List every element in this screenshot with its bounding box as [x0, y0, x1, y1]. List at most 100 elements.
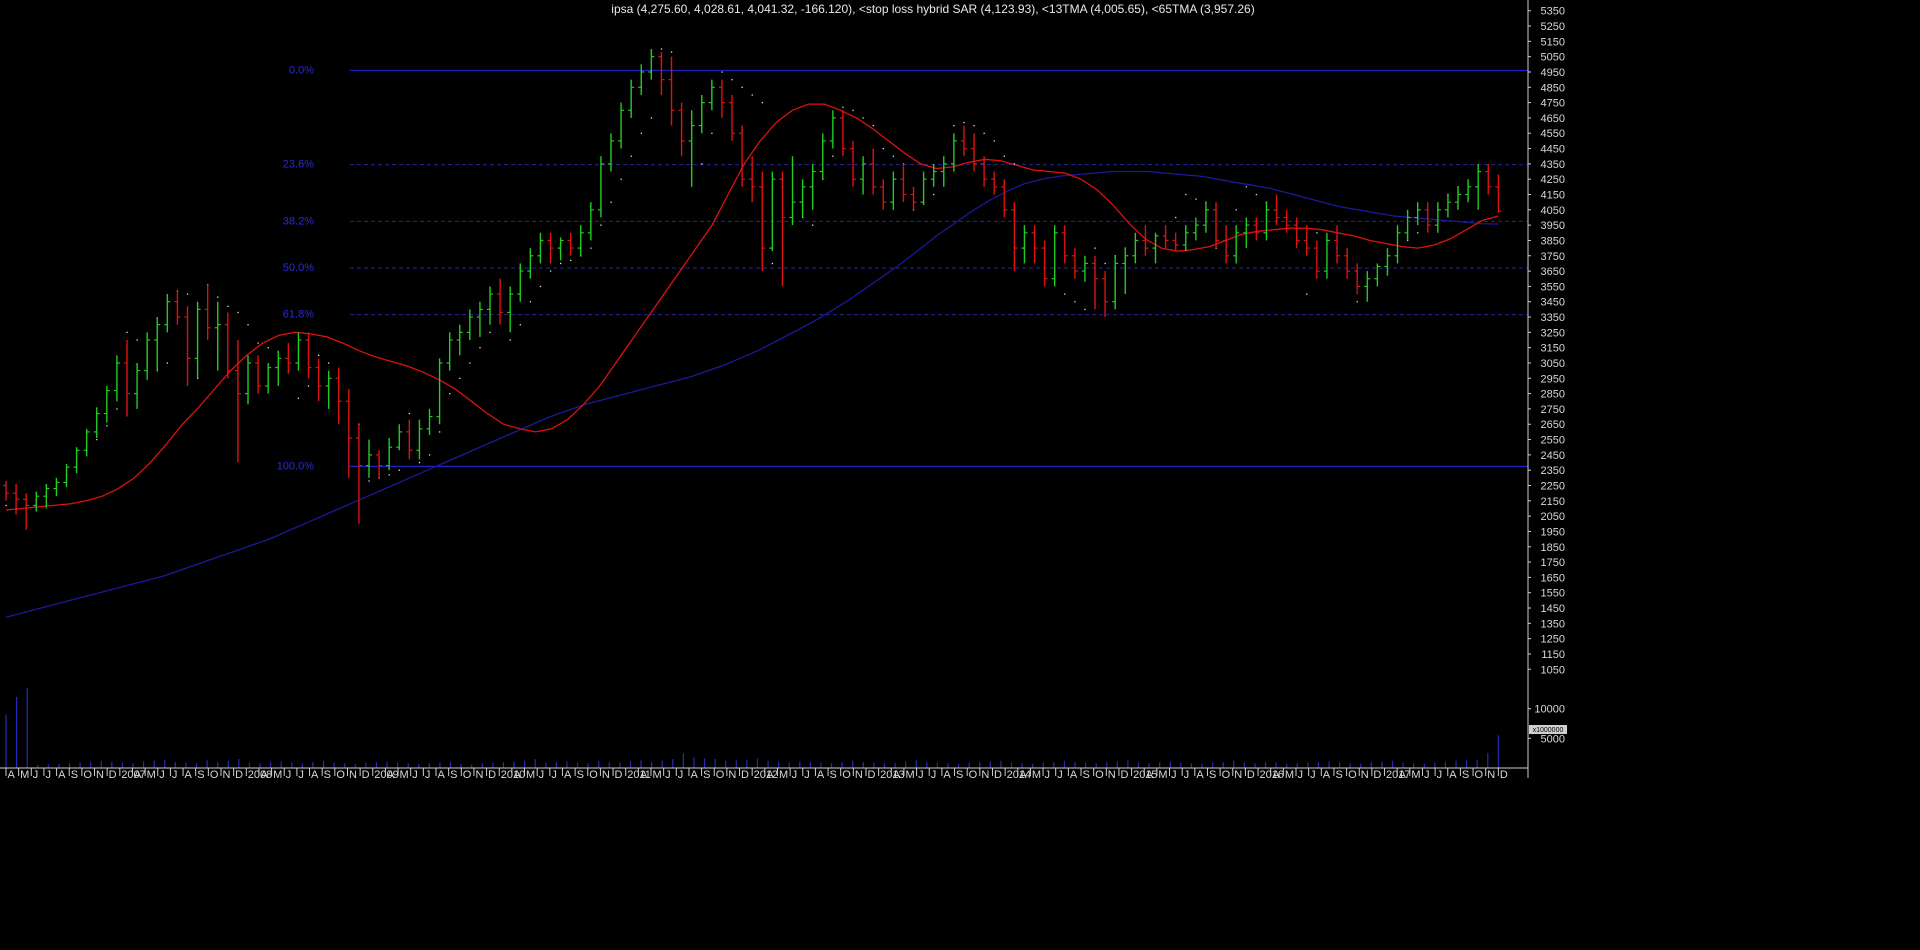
- price-tick-label-9: 1950: [1541, 526, 1565, 538]
- sar-dot-58: [590, 247, 592, 249]
- time-tick-label-60: A: [766, 769, 774, 781]
- sar-dot-129: [1306, 293, 1308, 295]
- time-tick-label-80: A: [1019, 769, 1027, 781]
- time-tick-label-52: J: [665, 769, 671, 781]
- sar-dot-63: [640, 132, 642, 134]
- time-tick-label-8: D: [109, 769, 117, 781]
- sar-dot-124: [1255, 193, 1258, 196]
- sar-dot-107: [1084, 308, 1086, 311]
- sar-dot-0: [5, 504, 7, 507]
- price-tick-label-12: 2250: [1541, 480, 1565, 492]
- time-tick-label-117: N: [1487, 769, 1495, 781]
- sar-dot-46: [469, 362, 471, 364]
- sar-dot-66: [670, 51, 673, 53]
- time-tick-label-50: A: [640, 769, 648, 781]
- sar-dot-23: [237, 311, 239, 314]
- time-tick-label-34: A: [438, 769, 446, 781]
- price-tick-label-4: 1450: [1541, 603, 1565, 615]
- price-tick-label-38: 4850: [1541, 82, 1565, 94]
- sar-dot-51: [519, 324, 521, 326]
- time-tick-label-53: J: [678, 769, 684, 781]
- fib-label-3: 50.0%: [283, 262, 314, 274]
- time-tick-label-65: S: [830, 769, 837, 781]
- sar-dot-43: [438, 431, 441, 433]
- fib-label-1: 23.6%: [283, 159, 314, 171]
- time-tick-label-108: D: [1373, 769, 1381, 781]
- sar-dot-52: [529, 301, 532, 303]
- time-tick-label-2: J: [33, 769, 39, 781]
- price-tick-label-42: 5250: [1541, 21, 1565, 33]
- sar-dot-10: [106, 425, 108, 427]
- sar-dot-80: [812, 224, 814, 226]
- fib-label-0: 0.0%: [289, 64, 314, 76]
- sar-dot-72: [731, 79, 733, 81]
- time-tick-label-23: J: [298, 769, 304, 781]
- time-tick-label-76: O: [969, 769, 978, 781]
- price-tick-label-5: 1550: [1541, 588, 1565, 600]
- price-tick-label-41: 5150: [1541, 36, 1565, 48]
- sar-dot-50: [509, 339, 511, 341]
- time-tick-label-35: S: [450, 769, 457, 781]
- stock-chart: ipsa (4,275.60, 4,028.61, 4,041.32, -166…: [0, 0, 1920, 950]
- time-tick-label-47: N: [602, 769, 610, 781]
- price-tick-label-3: 1350: [1541, 618, 1565, 630]
- price-tick-label-37: 4750: [1541, 98, 1565, 110]
- time-tick-label-118: D: [1500, 769, 1508, 781]
- time-tick-label-68: D: [868, 769, 876, 781]
- time-tick-label-31: M: [400, 769, 409, 781]
- sar-dot-87: [882, 147, 884, 150]
- price-tick-label-19: 2950: [1541, 373, 1565, 385]
- sar-dot-44: [449, 393, 451, 395]
- time-tick-label-22: J: [286, 769, 292, 781]
- price-tick-label-18: 2850: [1541, 389, 1565, 401]
- time-tick-label-98: D: [1247, 769, 1255, 781]
- price-tick-label-1: 1150: [1541, 649, 1565, 661]
- time-tick-label-112: J: [1424, 769, 1430, 781]
- time-tick-label-73: J: [931, 769, 937, 781]
- price-tick-label-36: 4650: [1541, 113, 1565, 125]
- sar-dot-11: [116, 408, 118, 410]
- time-tick-label-92: J: [1171, 769, 1177, 781]
- time-tick-label-33: J: [425, 769, 431, 781]
- sar-dot-88: [892, 155, 895, 157]
- sar-dot-70: [711, 132, 713, 134]
- time-tick-label-20: A: [260, 769, 268, 781]
- price-tick-label-39: 4950: [1541, 67, 1565, 79]
- sar-dot-98: [993, 140, 995, 142]
- volume-tick-label-1: 10000: [1534, 704, 1565, 716]
- sar-dot-95: [963, 121, 965, 124]
- time-tick-label-74: A: [943, 769, 951, 781]
- price-tick-label-8: 1850: [1541, 542, 1565, 554]
- price-tick-label-24: 3450: [1541, 297, 1565, 309]
- sar-dot-74: [751, 94, 753, 96]
- sar-dot-105: [1064, 293, 1066, 295]
- time-tick-label-3: J: [45, 769, 51, 781]
- price-tick-label-22: 3250: [1541, 327, 1565, 339]
- price-tick-label-2: 1250: [1541, 634, 1565, 646]
- time-tick-label-67: N: [855, 769, 863, 781]
- time-tick-label-63: J: [804, 769, 810, 781]
- fib-label-2: 38.2%: [283, 215, 314, 227]
- time-tick-label-97: N: [1234, 769, 1242, 781]
- price-tick-label-13: 2350: [1541, 465, 1565, 477]
- sar-dot-42: [428, 454, 431, 456]
- price-tick-label-40: 5050: [1541, 52, 1565, 64]
- time-tick-label-111: M: [1411, 769, 1420, 781]
- sar-dot-75: [761, 102, 763, 104]
- time-tick-label-37: N: [475, 769, 483, 781]
- sar-dot-109: [1104, 262, 1106, 265]
- time-tick-label-115: S: [1462, 769, 1469, 781]
- sar-dot-32: [328, 362, 330, 364]
- time-tick-label-24: A: [311, 769, 319, 781]
- time-tick-label-10: A: [134, 769, 142, 781]
- time-tick-label-12: J: [159, 769, 165, 781]
- price-tick-label-6: 1650: [1541, 572, 1565, 584]
- time-tick-label-83: J: [1057, 769, 1063, 781]
- time-axis: A M J J A S O N D 2007A M J J A S O N D 2008A M J J A S O N D 2009A…: [0, 767, 1528, 781]
- fib-label-5: 100.0%: [277, 460, 315, 472]
- time-tick-label-90: A: [1146, 769, 1154, 781]
- volume-tick-label-0: 5000: [1541, 733, 1565, 745]
- time-tick-label-18: D: [235, 769, 243, 781]
- time-tick-label-55: S: [703, 769, 710, 781]
- time-tick-label-64: A: [817, 769, 825, 781]
